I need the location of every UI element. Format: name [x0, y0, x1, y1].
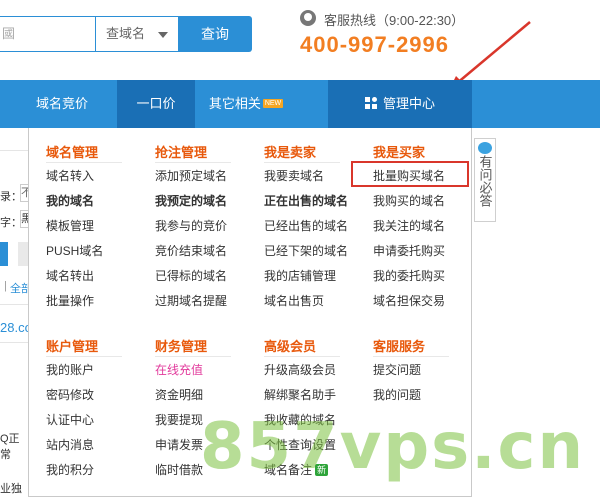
column-customer-service: 客服服务 提交问题 我的问题 [373, 336, 481, 408]
menu-link[interactable]: 我的积分 [46, 458, 154, 483]
divider [155, 356, 231, 357]
menu-link[interactable]: 站内消息 [46, 433, 154, 458]
menu-link[interactable]: 批量操作 [46, 289, 154, 314]
divider [373, 356, 449, 357]
menu-link[interactable]: 资金明细 [155, 383, 263, 408]
search-type-label: 查域名 [106, 26, 146, 41]
watermark: 857vps.cn [200, 410, 586, 484]
menu-link[interactable]: 模板管理 [46, 214, 154, 239]
menu-link[interactable]: 我的域名 [46, 189, 154, 214]
menu-link[interactable]: 在线充值 [155, 358, 263, 383]
menu-link[interactable]: 已经出售的域名 [264, 214, 372, 239]
menu-link[interactable]: 域名转出 [46, 264, 154, 289]
search-type-select[interactable]: 查域名 [96, 16, 178, 52]
divider [264, 356, 340, 357]
menu-link[interactable]: 申请委托购买 [373, 239, 481, 264]
divider [155, 162, 231, 163]
column-domain-management: 域名管理 域名转入 我的域名 模板管理 PUSH域名 域名转出 批量操作 [46, 142, 154, 314]
column-snapup-management: 抢注管理 添加预定域名 我预定的域名 我参与的竞价 竞价结束域名 已得标的域名 … [155, 142, 263, 314]
left-status-fragment: Q正常 [0, 433, 20, 461]
menu-link[interactable]: 我预定的域名 [155, 189, 263, 214]
column-title: 抢注管理 [155, 145, 208, 160]
menu-link[interactable]: 我关注的域名 [373, 214, 481, 239]
divider [0, 342, 28, 343]
menu-link[interactable]: 域名担保交易 [373, 289, 481, 314]
divider [0, 150, 28, 151]
menu-link[interactable]: 我购买的域名 [373, 189, 481, 214]
nav-item-fixed-price[interactable]: 一口价 [117, 80, 195, 128]
menu-link[interactable]: 域名出售页 [264, 289, 372, 314]
menu-link[interactable]: 密码修改 [46, 383, 154, 408]
nav-item-others[interactable]: 其它相关 NEW [200, 80, 292, 128]
menu-link[interactable]: 过期域名提醒 [155, 289, 263, 314]
menu-link[interactable]: 已经下架的域名 [264, 239, 372, 264]
search-button[interactable]: 查询 [178, 16, 252, 52]
left-button-secondary[interactable] [18, 242, 28, 266]
column-account-management: 账户管理 我的账户 密码修改 认证中心 站内消息 我的积分 [46, 336, 154, 483]
divider [264, 162, 340, 163]
menu-link[interactable]: 我的店铺管理 [264, 264, 372, 289]
menu-link[interactable]: PUSH域名 [46, 239, 154, 264]
menu-link[interactable]: 竞价结束域名 [155, 239, 263, 264]
hotline-number: 400-997-2996 [300, 32, 450, 57]
divider [46, 162, 122, 163]
menu-link[interactable]: 我的账户 [46, 358, 154, 383]
left-button[interactable] [0, 242, 8, 266]
menu-link[interactable]: 解绑聚名助手 [264, 383, 372, 408]
divider [46, 356, 122, 357]
chat-bubble-icon [478, 142, 492, 154]
chevron-down-icon [158, 32, 168, 38]
menu-link[interactable]: 添加预定域名 [155, 164, 263, 189]
qa-widget-label: 有问必答 [477, 155, 493, 207]
menu-link[interactable]: 我的问题 [373, 383, 481, 408]
menu-link[interactable]: 域名转入 [46, 164, 154, 189]
nav-item-domain-auction[interactable]: 域名竞价 [22, 80, 102, 128]
menu-link[interactable]: 认证中心 [46, 408, 154, 433]
menu-link[interactable]: 正在出售的域名 [264, 189, 372, 214]
new-badge: NEW [262, 99, 284, 108]
highlight-box [351, 161, 469, 187]
grid-icon [364, 97, 377, 109]
column-title: 客服服务 [373, 339, 426, 354]
menu-link[interactable]: 我参与的竞价 [155, 214, 263, 239]
column-title: 域名管理 [46, 145, 99, 160]
left-domain-fragment: 28.co [0, 320, 32, 335]
menu-link[interactable]: 我的委托购买 [373, 264, 481, 289]
menu-link[interactable]: 提交问题 [373, 358, 481, 383]
nav-item-management-center[interactable]: 管理中心 [328, 80, 472, 128]
column-title: 账户管理 [46, 339, 99, 354]
divider [0, 304, 28, 305]
search-input[interactable]: 國 [0, 16, 96, 52]
column-title: 财务管理 [155, 339, 208, 354]
menu-link[interactable]: 升级高级会员 [264, 358, 372, 383]
menu-link[interactable]: 已得标的域名 [155, 264, 263, 289]
qa-widget[interactable]: 有问必答 [474, 138, 496, 222]
column-title: 高级会员 [264, 339, 317, 354]
left-text-fragment: 业独立 [0, 483, 22, 495]
headset-icon [300, 10, 316, 26]
